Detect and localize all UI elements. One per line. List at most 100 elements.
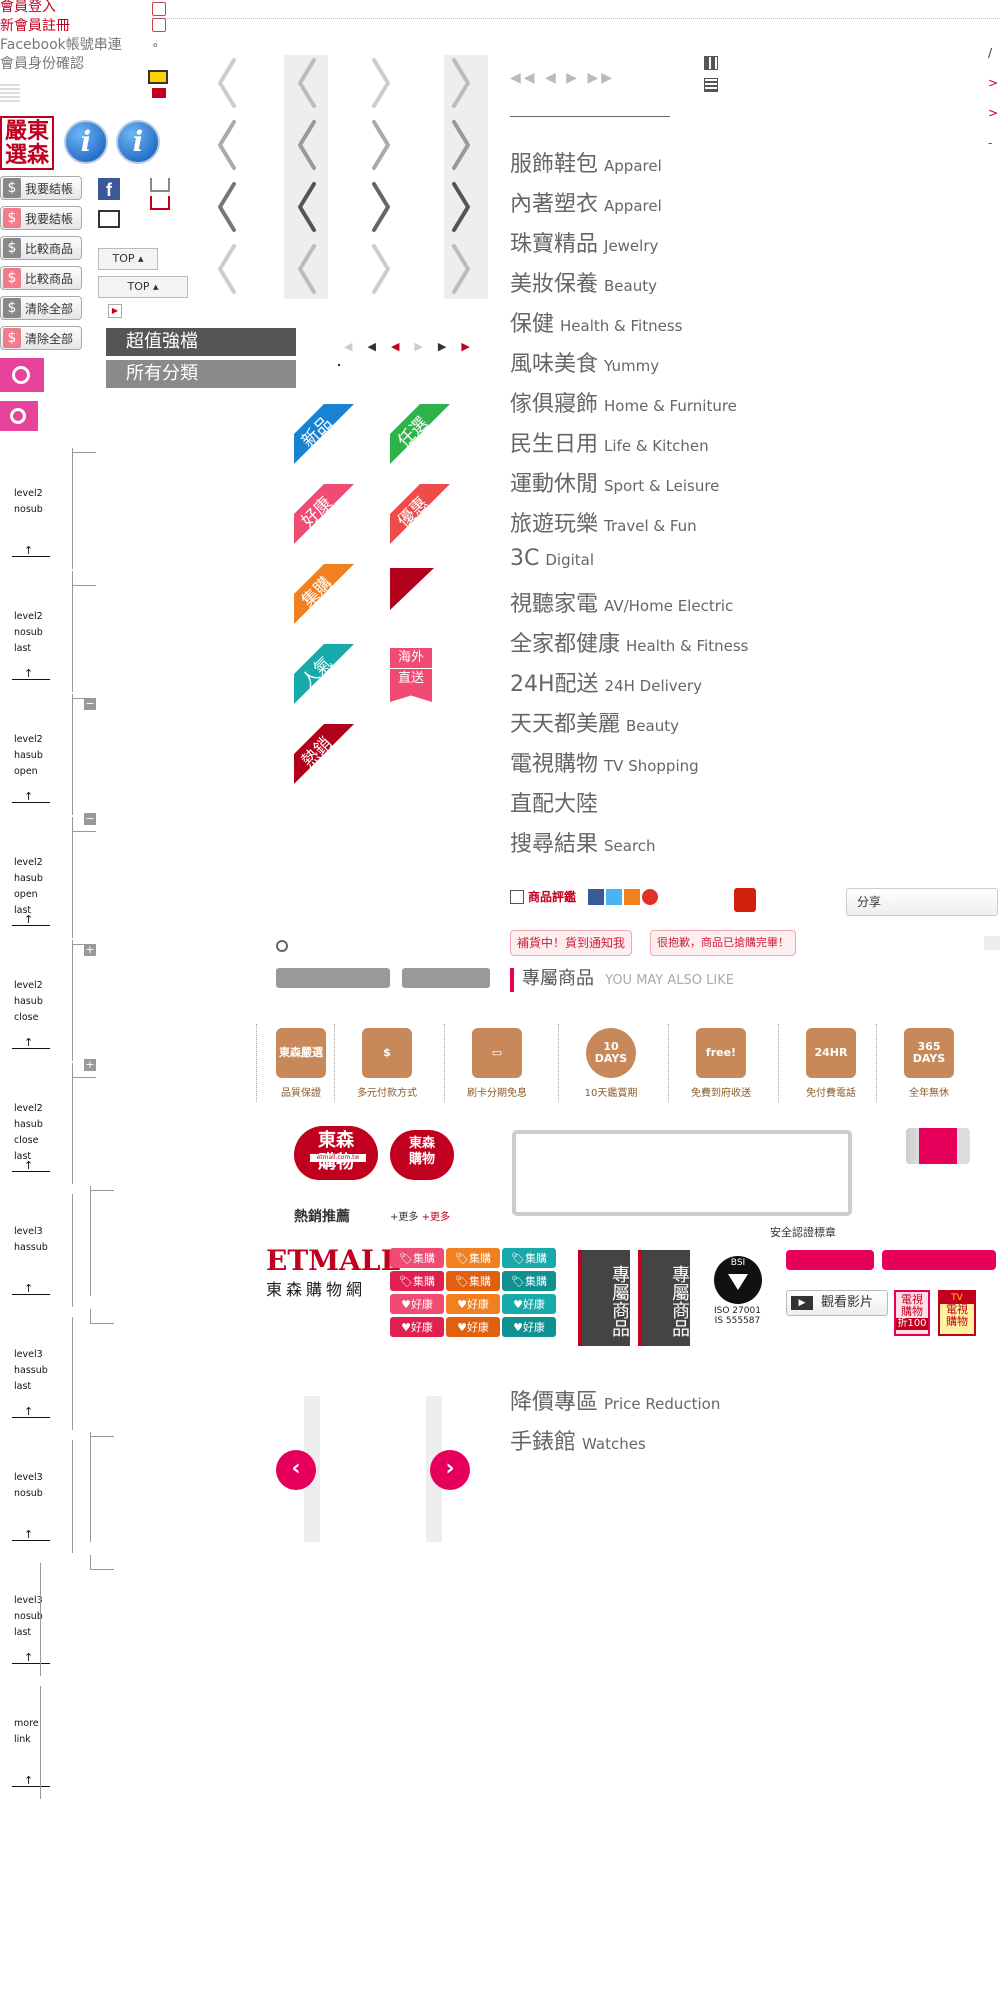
category-item[interactable]: 保健 Health & Fitness <box>510 306 682 338</box>
back-to-top-button[interactable]: TOP ▴ <box>98 248 158 270</box>
prev-small-icon[interactable]: ◀ <box>367 340 390 353</box>
compare-icon[interactable] <box>98 210 120 228</box>
more-link[interactable]: +更多 <box>422 1212 450 1223</box>
pink-tab-button[interactable] <box>906 1128 970 1164</box>
watch-video-button[interactable]: ▶ 觀看影片 <box>786 1290 888 1316</box>
facebook-connect-link[interactable]: Facebook帳號串連 <box>0 36 122 55</box>
tag-group-buy[interactable]: 🏷 集購 <box>502 1271 556 1291</box>
carousel-prev-button[interactable]: ‹ <box>276 1450 316 1490</box>
pink-button[interactable] <box>786 1250 874 1270</box>
restock-notice-button[interactable]: 補貨中！貨到通知我 <box>510 930 633 956</box>
compare-button[interactable]: $ 比較商品 <box>0 236 82 260</box>
category-item[interactable]: 直配大陸 <box>510 786 604 818</box>
category-item[interactable]: 24H配送 24H Delivery <box>510 666 702 698</box>
checkout-button[interactable]: $ 我要結帳 <box>0 176 82 200</box>
info-icon[interactable]: i <box>116 120 160 164</box>
prev-small-icon[interactable]: ◀ <box>344 340 367 353</box>
menu-all-categories[interactable]: 所有分類 <box>106 360 296 388</box>
category-item[interactable]: 降價專區 Price Reduction <box>510 1384 720 1416</box>
service-item[interactable]: 東森嚴選 品質保證 <box>256 1024 346 1099</box>
next-small-icon[interactable]: ▶ <box>414 340 437 353</box>
tag-good-deal[interactable]: ♥ 好康 <box>390 1317 444 1337</box>
tag-group-buy[interactable]: 🏷 集購 <box>390 1248 444 1268</box>
category-item[interactable]: 全家都健康 Health & Fitness <box>510 626 748 658</box>
service-item[interactable]: 24HR 免付費電話 <box>786 1024 876 1099</box>
grey-button[interactable] <box>276 968 390 988</box>
member-login-link[interactable]: 會員登入 <box>0 0 122 17</box>
tree-collapse-icon[interactable]: − <box>84 698 96 710</box>
service-item[interactable]: 10 DAYS 10天鑑賞期 <box>566 1024 656 1099</box>
carousel-next-button[interactable]: › <box>430 1450 470 1490</box>
search-button[interactable] <box>0 358 44 392</box>
member-register-link[interactable]: 新會員註冊 <box>0 17 122 36</box>
exclusive-banner[interactable]: 專屬商品 <box>578 1250 630 1346</box>
search-icon[interactable] <box>276 940 288 952</box>
tv-shopping-badge[interactable]: 電視 購物 折100 <box>894 1290 930 1336</box>
compare-button[interactable]: $ 比較商品 <box>0 266 82 290</box>
last-page-icon[interactable]: ▶▶ <box>587 70 615 86</box>
twitter-share-icon[interactable] <box>606 888 623 905</box>
service-item[interactable]: $ 多元付款方式 <box>342 1024 432 1099</box>
category-item[interactable]: 內著塑衣 Apparel <box>510 186 662 218</box>
plurk-share-icon[interactable] <box>624 888 641 905</box>
category-item[interactable]: 電視購物 TV Shopping <box>510 746 699 778</box>
next-small-icon[interactable]: ▶ <box>461 340 484 353</box>
service-item[interactable]: free! 免費到府收送 <box>676 1024 766 1099</box>
more-link[interactable]: +更多 <box>390 1212 418 1223</box>
tree-expand-icon[interactable]: + <box>84 1059 96 1071</box>
tag-good-deal[interactable]: ♥ 好康 <box>446 1317 500 1337</box>
category-item[interactable]: 服飾鞋包 Apparel <box>510 146 662 178</box>
facebook-share-icon[interactable] <box>588 888 605 905</box>
tree-expand-icon[interactable]: + <box>84 944 96 956</box>
tag-group-buy[interactable]: 🏷 集購 <box>446 1248 500 1268</box>
trash-icon[interactable] <box>152 2 166 16</box>
next-page-icon[interactable]: ▶ <box>566 70 580 86</box>
service-item[interactable]: 365 DAYS 全年無休 <box>884 1024 974 1099</box>
tag-group-buy[interactable]: 🏷 集購 <box>502 1248 556 1268</box>
checkout-button[interactable]: $ 我要結帳 <box>0 206 82 230</box>
prev-page-icon[interactable]: ◀ <box>545 70 559 86</box>
grid-view-icon[interactable] <box>704 56 718 70</box>
category-item[interactable]: 民生日用 Life & Kitchen <box>510 426 709 458</box>
cart-red-icon[interactable] <box>152 88 166 98</box>
play-icon[interactable]: ▶ <box>108 304 122 318</box>
category-item[interactable]: 3C Digital <box>510 546 594 571</box>
clear-all-button[interactable]: $ 清除全部 <box>0 296 82 320</box>
category-item[interactable]: 視聽家電 AV/Home Electric <box>510 586 733 618</box>
facebook-icon[interactable]: f <box>98 178 120 200</box>
cart-icon[interactable] <box>150 178 170 192</box>
category-item[interactable]: 天天都美麗 Beauty <box>510 706 679 738</box>
menu-hot-deals[interactable]: 超值強檔 <box>106 328 296 356</box>
cart-icon[interactable] <box>150 196 170 210</box>
first-page-icon[interactable]: ◀◀ <box>510 70 538 86</box>
category-item[interactable]: 手錶館 Watches <box>510 1424 646 1456</box>
tag-good-deal[interactable]: ♥ 好康 <box>502 1294 556 1314</box>
weibo-share-icon[interactable] <box>642 888 659 905</box>
category-item[interactable]: 搜尋結果 Search <box>510 826 656 858</box>
tree-collapse-icon[interactable]: − <box>84 813 96 825</box>
info-icon[interactable]: i <box>64 120 108 164</box>
category-item[interactable]: 珠寶精品 Jewelry <box>510 226 658 258</box>
category-item[interactable]: 美妝保養 Beauty <box>510 266 657 298</box>
exclusive-banner[interactable]: 專屬商品 <box>638 1250 690 1346</box>
clear-all-button[interactable]: $ 清除全部 <box>0 326 82 350</box>
service-item[interactable]: ▭ 刷卡分期免息 <box>452 1024 542 1099</box>
tag-group-buy[interactable]: 🏷 集購 <box>446 1271 500 1291</box>
category-item[interactable]: 傢俱寢飾 Home & Furniture <box>510 386 737 418</box>
category-item[interactable]: 運動休閒 Sport & Leisure <box>510 466 719 498</box>
member-verify-link[interactable]: 會員身份確認 <box>0 55 122 74</box>
list-view-icon[interactable] <box>704 78 718 92</box>
category-item[interactable]: 風味美食 Yummy <box>510 346 659 378</box>
next-small-icon[interactable]: ▶ <box>438 340 461 353</box>
grey-button[interactable] <box>402 968 490 988</box>
tag-good-deal[interactable]: ♥ 好康 <box>390 1294 444 1314</box>
back-to-top-button[interactable]: TOP ▴ <box>98 276 188 298</box>
tag-group-buy[interactable]: 🏷 集購 <box>390 1271 444 1291</box>
tag-good-deal[interactable]: ♥ 好康 <box>502 1317 556 1337</box>
category-item[interactable]: 旅遊玩樂 Travel & Fun <box>510 506 697 538</box>
cart-yellow-icon[interactable] <box>148 70 168 84</box>
tag-good-deal[interactable]: ♥ 好康 <box>446 1294 500 1314</box>
pink-button[interactable] <box>882 1250 996 1270</box>
share-dropdown[interactable]: 分享 <box>846 888 998 916</box>
search-button[interactable] <box>0 401 38 431</box>
